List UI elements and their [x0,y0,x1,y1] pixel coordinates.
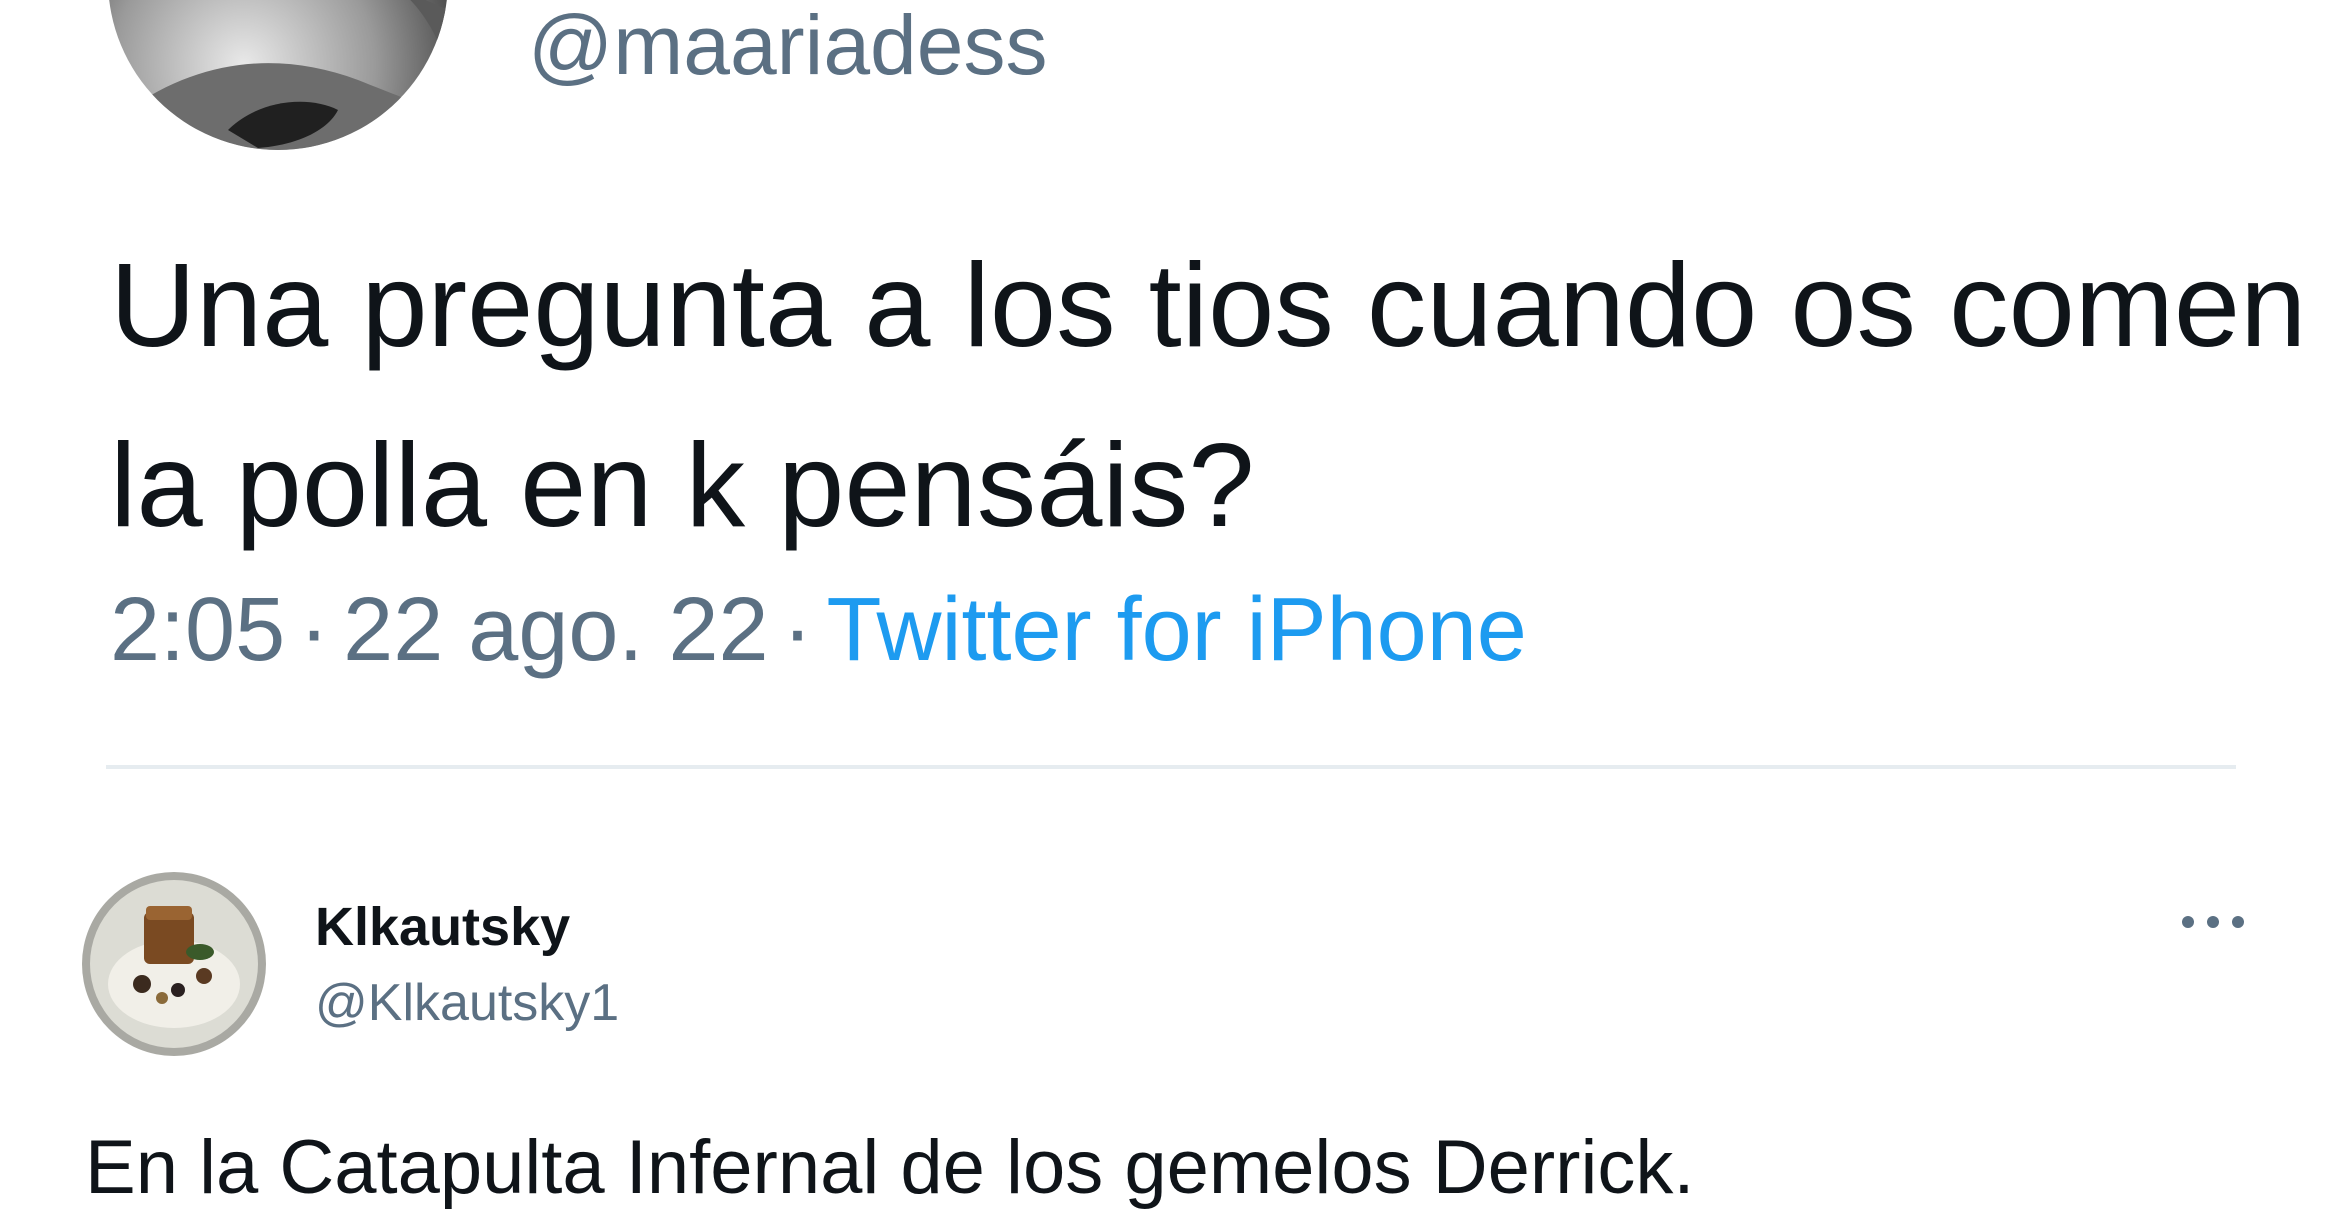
reply-text: En la Catapulta Infernal de los gemelos … [85,1125,1695,1210]
main-tweet-avatar-image [108,0,448,150]
main-tweet-handle[interactable]: @maariadess [528,3,1047,87]
more-dot [2232,916,2244,928]
main-tweet-time[interactable]: 2:05 [110,580,285,680]
reply-avatar[interactable] [82,872,266,1056]
reply-avatar-image [82,872,266,1056]
main-tweet-meta: 2:05 · 22 ago. 22 · Twitter for iPhone [110,585,1527,675]
reply-display-name[interactable]: Klkautsky [315,900,570,954]
meta-separator: · [782,580,813,680]
tweet-screenshot: @maariadess Una pregunta a los tios cuan… [0,0,2350,1230]
main-tweet-text: Una pregunta a los tios cuando os comen … [110,239,2307,552]
more-dot [2207,916,2219,928]
main-tweet-date[interactable]: 22 ago. 22 [343,580,768,680]
main-tweet-avatar[interactable] [108,0,448,150]
more-dot [2182,916,2194,928]
more-horizontal-icon[interactable] [2178,900,2248,940]
reply-handle[interactable]: @Klkautsky1 [315,977,619,1029]
main-tweet-source-link[interactable]: Twitter for iPhone [827,580,1527,680]
meta-separator: · [299,580,330,680]
tweet-divider [106,765,2236,769]
